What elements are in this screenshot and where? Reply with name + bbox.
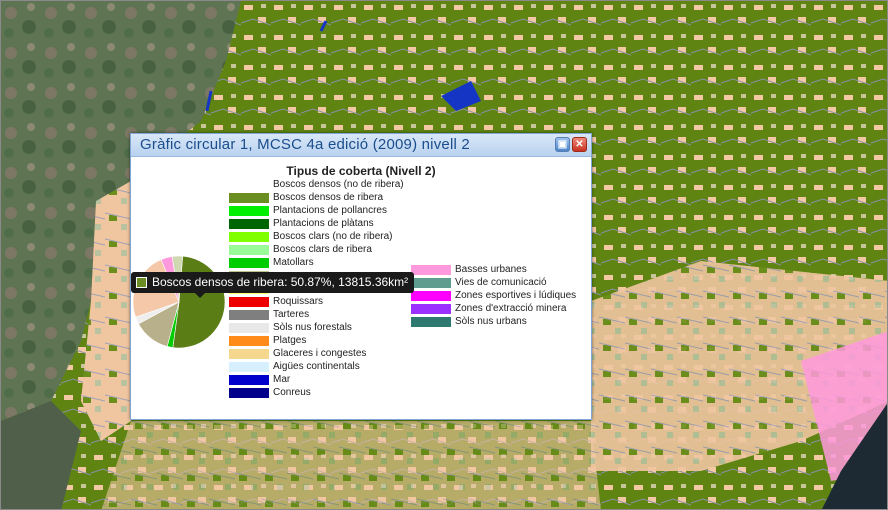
legend-swatch	[229, 232, 269, 242]
save-icon[interactable]: ▣	[555, 137, 570, 152]
legend-label: Plantacions de plàtans	[273, 218, 374, 229]
legend-label: Boscos clars de ribera	[273, 244, 372, 255]
legend-swatch	[229, 336, 269, 346]
legend-swatch	[229, 219, 269, 229]
legend-swatch	[411, 317, 451, 327]
legend-label: Mar	[273, 374, 291, 385]
legend-label: Basses urbanes	[455, 264, 527, 275]
close-icon[interactable]: ✕	[572, 137, 587, 152]
legend-swatch	[411, 291, 451, 301]
legend-label: Zones d'extracció minera	[455, 303, 567, 314]
legend-label: Conreus	[273, 387, 311, 398]
legend-label: Boscos densos (no de ribera)	[273, 179, 404, 190]
legend-label: Matollars	[273, 257, 314, 268]
legend-swatch	[229, 349, 269, 359]
legend-swatch	[411, 265, 451, 275]
legend-swatch	[229, 388, 269, 398]
legend-label: Glaceres i congestes	[273, 348, 367, 359]
legend-label: Tarteres	[273, 309, 310, 320]
legend-swatch	[229, 297, 269, 307]
legend-label: Vies de comunicació	[455, 277, 547, 288]
legend-swatch	[229, 310, 269, 320]
chart-title: Tipus de coberta (Nivell 2)	[286, 164, 436, 178]
tooltip-arrow	[195, 293, 205, 298]
legend-label: Aigües continentals	[273, 361, 360, 372]
chart-tooltip: Boscos densos de ribera: 50.87%, 13815.3…	[131, 272, 415, 298]
legend-label: Boscos clars (no de ribera)	[273, 231, 393, 242]
pie-chart[interactable]	[131, 254, 231, 354]
legend-label: Roquissars	[273, 296, 324, 307]
legend-label: Plantacions de pollancres	[273, 205, 387, 216]
legend-label: Sòls nus forestals	[273, 322, 352, 333]
legend-swatch	[229, 245, 269, 255]
legend-label: Boscos densos de ribera	[273, 192, 384, 203]
legend-swatch	[411, 304, 451, 314]
dialog-titlebar[interactable]: Gràfic circular 1, MCSC 4a edició (2009)…	[131, 134, 591, 157]
legend-swatch	[229, 323, 269, 333]
legend-label: Sòls nus urbans	[455, 316, 527, 327]
legend-swatch	[229, 193, 269, 203]
legend-swatch	[229, 258, 269, 268]
dialog-title: Gràfic circular 1, MCSC 4a edició (2009)…	[140, 136, 470, 153]
legend-swatch	[229, 375, 269, 385]
legend-swatch	[229, 362, 269, 372]
tooltip-swatch	[136, 277, 147, 288]
legend-label: Zones esportives i lúdiques	[455, 290, 577, 301]
legend-swatch	[411, 278, 451, 288]
legend-label: Platges	[273, 335, 307, 346]
legend-swatch	[229, 206, 269, 216]
tooltip-text: Boscos densos de ribera: 50.87%, 13815.3…	[152, 275, 409, 289]
